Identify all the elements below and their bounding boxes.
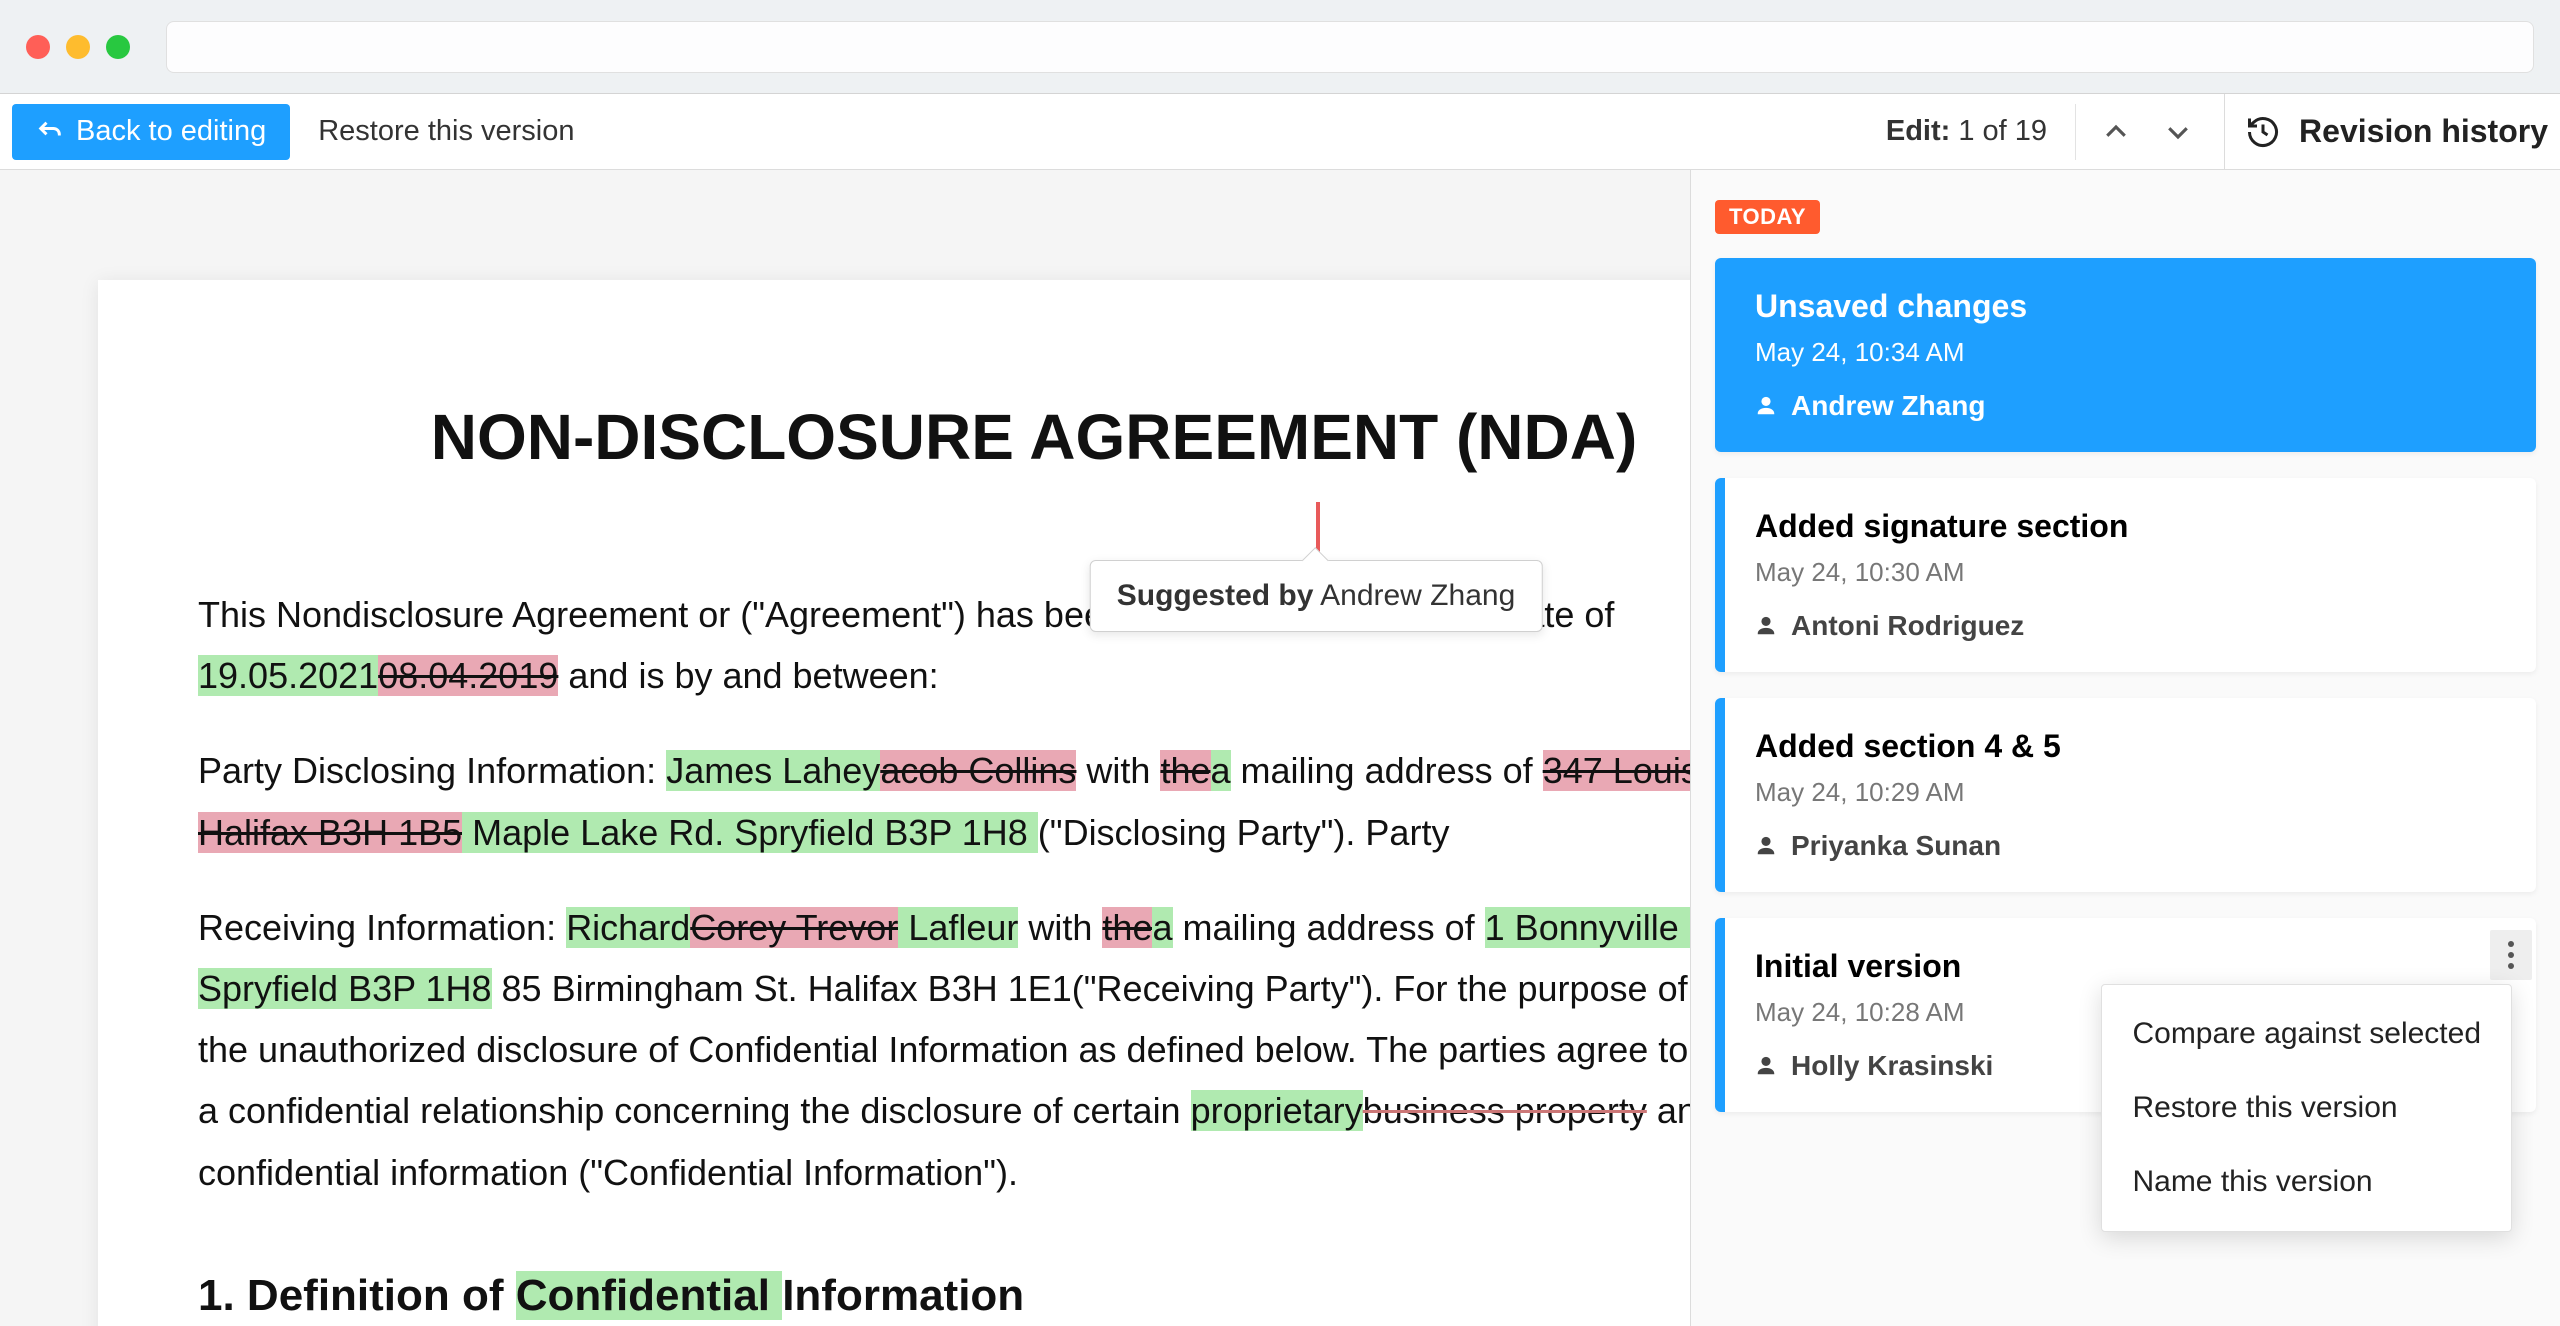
document-title: NON-DISCLOSURE AGREEMENT (NDA) <box>198 400 1690 474</box>
minimize-window-icon[interactable] <box>66 35 90 59</box>
inserted-text: a <box>1211 750 1231 791</box>
suggestion-tooltip: Suggested by Andrew Zhang <box>1090 560 1543 632</box>
paragraph-disclosing: Party Disclosing Information: James Lahe… <box>198 740 1690 862</box>
back-to-editing-button[interactable]: Back to editing <box>12 104 290 160</box>
kebab-dot-icon <box>2508 952 2514 958</box>
edit-counter: Edit: 1 of 19 <box>1886 115 2047 148</box>
inserted-text: 19.05.2021 <box>198 655 378 696</box>
paragraph-receiving: Receiving Information: RichardCorey Trev… <box>198 897 1690 1203</box>
name-this-version-item[interactable]: Name this version <box>2102 1145 2511 1219</box>
revision-title: Added section 4 & 5 <box>1755 728 2502 765</box>
revision-history-label: Revision history <box>2299 113 2548 150</box>
revision-history-heading: Revision history <box>2245 113 2548 150</box>
restore-this-version-item[interactable]: Restore this version <box>2102 1071 2511 1145</box>
inserted-text: James Lahey <box>666 750 880 791</box>
deleted-text: business property <box>1363 1090 1647 1131</box>
reply-arrow-icon <box>36 118 64 146</box>
kebab-dot-icon <box>2508 963 2514 969</box>
revision-timestamp: May 24, 10:29 AM <box>1755 777 2502 808</box>
back-button-label: Back to editing <box>76 115 266 148</box>
maximize-window-icon[interactable] <box>106 35 130 59</box>
deleted-text: Corey Trevor <box>690 907 898 948</box>
revision-sidebar: TODAY Unsaved changes May 24, 10:34 AM A… <box>1690 170 2560 1326</box>
edit-label: Edit: <box>1886 115 1950 147</box>
revision-author: Antoni Rodriguez <box>1755 610 2502 642</box>
toolbar: Back to editing Restore this version Edi… <box>0 94 2560 170</box>
document-page: NON-DISCLOSURE AGREEMENT (NDA) This Nond… <box>98 280 1690 1326</box>
window-chrome <box>0 0 2560 94</box>
revision-author: Andrew Zhang <box>1755 390 2502 422</box>
deleted-text: acob Collins <box>880 750 1076 791</box>
suggestion-caret <box>1316 502 1320 554</box>
close-window-icon[interactable] <box>26 35 50 59</box>
revision-card[interactable]: Added signature section May 24, 10:30 AM… <box>1715 478 2536 672</box>
document-body: This Nondisclosure Agreement or ("Agreem… <box>198 584 1690 1326</box>
chevron-up-icon <box>2101 117 2131 147</box>
inserted-text: Richard <box>566 907 690 948</box>
inserted-text: a <box>1152 907 1172 948</box>
revision-card-with-menu: Initial version May 24, 10:28 AM Holly K… <box>1715 918 2536 1112</box>
history-icon <box>2245 114 2281 150</box>
prev-edit-button[interactable] <box>2094 110 2138 154</box>
revision-timestamp: May 24, 10:34 AM <box>1755 337 2502 368</box>
inserted-text: Confidential <box>516 1271 782 1320</box>
revision-options-button[interactable] <box>2490 930 2532 980</box>
edit-nav <box>2075 104 2200 160</box>
traffic-lights <box>26 35 130 59</box>
revision-title: Initial version <box>1755 948 2502 985</box>
inserted-text: Lafleur <box>898 907 1018 948</box>
revision-author: Priyanka Sunan <box>1755 830 2502 862</box>
section-heading-1: 1. Definition of Confidential Informatio… <box>198 1259 1690 1326</box>
edit-position: 1 of 19 <box>1958 115 2047 147</box>
deleted-text: 08.04.2019 <box>378 655 558 696</box>
kebab-dot-icon <box>2508 941 2514 947</box>
inserted-text: proprietary <box>1191 1090 1363 1131</box>
deleted-text: the <box>1102 907 1152 948</box>
user-icon <box>1755 615 1777 637</box>
suggestion-label: Suggested by <box>1117 579 1314 612</box>
suggestion-author: Andrew Zhang <box>1320 579 1515 612</box>
address-bar[interactable] <box>166 21 2534 73</box>
today-badge: TODAY <box>1715 200 1820 234</box>
revision-context-menu: Compare against selected Restore this ve… <box>2101 984 2512 1232</box>
deleted-text: the <box>1160 750 1210 791</box>
revision-card[interactable]: Added section 4 & 5 May 24, 10:29 AM Pri… <box>1715 698 2536 892</box>
compare-against-selected-item[interactable]: Compare against selected <box>2102 997 2511 1071</box>
user-icon <box>1755 1055 1777 1077</box>
revision-title: Added signature section <box>1755 508 2502 545</box>
chevron-down-icon <box>2163 117 2193 147</box>
next-edit-button[interactable] <box>2156 110 2200 154</box>
revision-timestamp: May 24, 10:30 AM <box>1755 557 2502 588</box>
revision-card-current[interactable]: Unsaved changes May 24, 10:34 AM Andrew … <box>1715 258 2536 452</box>
user-icon <box>1755 835 1777 857</box>
user-icon <box>1755 395 1777 417</box>
inserted-text: Maple Lake Rd. Spryfield B3P 1H8 <box>462 812 1038 853</box>
restore-version-button[interactable]: Restore this version <box>318 115 574 148</box>
revision-title: Unsaved changes <box>1755 288 2502 325</box>
document-viewport: NON-DISCLOSURE AGREEMENT (NDA) This Nond… <box>0 170 1690 1326</box>
